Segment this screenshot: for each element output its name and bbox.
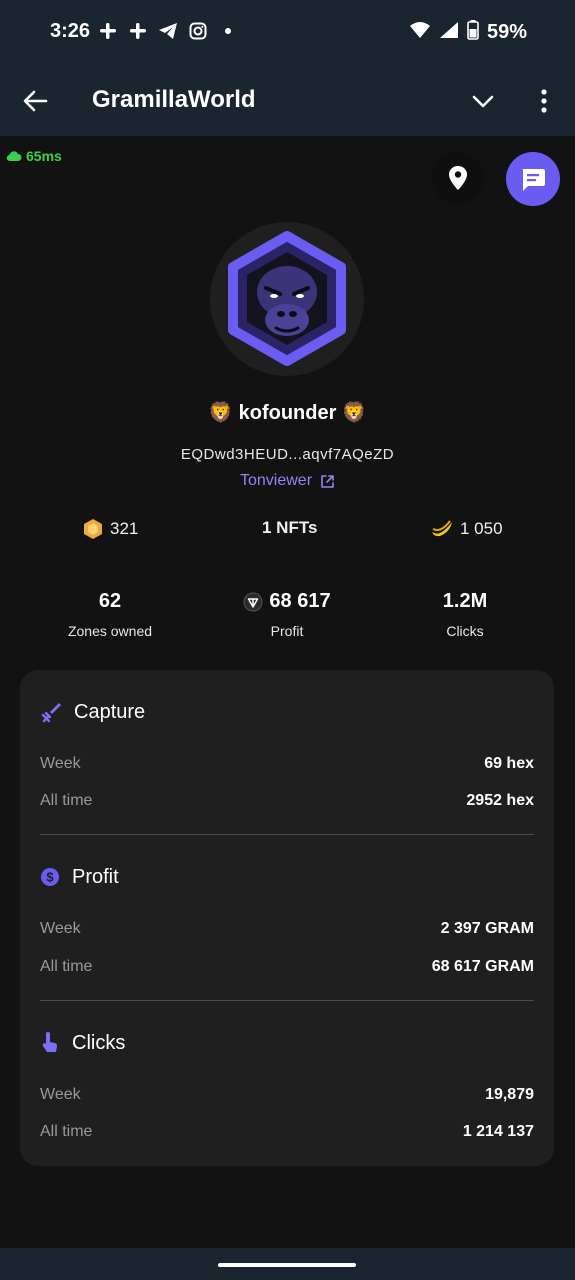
external-link-icon	[321, 474, 334, 488]
ton-icon	[243, 592, 263, 611]
wifi-icon	[409, 21, 431, 44]
ping-value: 65ms	[26, 148, 62, 164]
sword-icon	[41, 703, 61, 723]
coin-icon	[84, 519, 102, 539]
stat-profit: 68 617 Profit	[197, 590, 377, 639]
zones-label: Zones owned	[67, 623, 153, 639]
profit-value-wrap: 68 617	[197, 590, 377, 613]
clicks-value: 1.2M	[442, 590, 488, 612]
status-time: 3:26	[50, 20, 91, 42]
clicks-week-label: Week	[40, 1086, 81, 1103]
chat-button[interactable]	[506, 152, 560, 206]
capture-all-row: All time 2952 hex	[40, 792, 534, 810]
back-button[interactable]	[20, 86, 50, 116]
notification-icons	[98, 20, 238, 42]
capture-title: Capture	[74, 700, 146, 723]
clicks-header: Clicks	[40, 1030, 534, 1056]
battery-icon	[467, 20, 479, 45]
profit-header: $ Profit	[40, 864, 534, 890]
instagram-icon	[188, 20, 208, 42]
wallet-address[interactable]: EQDwd3HEUD...aqvf7AQeZD	[0, 446, 575, 463]
profit-value: 68 617	[269, 590, 331, 612]
app-bar: GramillaWorld	[0, 64, 575, 136]
clicks-all-label: All time	[40, 1123, 93, 1140]
arrow-left-icon	[23, 90, 48, 112]
profit-week-label: Week	[40, 920, 81, 937]
capture-all-value: 2952 hex	[466, 792, 534, 809]
chevron-down-icon	[472, 95, 494, 108]
ping-indicator: 65ms	[6, 148, 62, 164]
status-bar: 3:26 59%	[0, 0, 575, 64]
capture-week-row: Week 69 hex	[40, 755, 534, 773]
profit-all-value: 68 617 GRAM	[431, 958, 534, 975]
clicks-label: Clicks	[446, 623, 484, 639]
location-pin-icon	[449, 166, 467, 190]
avatar	[210, 222, 364, 376]
more-options-button[interactable]	[532, 86, 556, 116]
profit-title: Profit	[72, 865, 119, 888]
battery-percent: 59%	[486, 21, 527, 43]
chat-icon	[522, 169, 545, 191]
clicks-week-value: 19,879	[485, 1086, 534, 1103]
stat-zones: 62 Zones owned	[20, 590, 200, 639]
telegram-icon	[158, 20, 178, 42]
gorilla-logo-icon	[228, 231, 346, 366]
dollar-coin-icon: $	[41, 868, 59, 886]
dot-icon	[218, 20, 238, 42]
pointer-hand-icon	[42, 1032, 58, 1052]
profit-all-label: All time	[40, 958, 93, 975]
clicks-week-row: Week 19,879	[40, 1086, 534, 1104]
zones-value: 62	[98, 590, 122, 612]
slack-icon	[128, 20, 148, 42]
tonviewer-link[interactable]: Tonviewer	[0, 472, 575, 490]
profit-section: $ Profit	[40, 864, 534, 890]
signal-icon	[439, 21, 459, 44]
profit-all-row: All time 68 617 GRAM	[40, 958, 534, 976]
stats-card: Capture Week 69 hex All time 2952 hex $ …	[20, 670, 554, 1166]
nft-count-label: 1 NFTs	[262, 518, 318, 537]
banana-icon	[432, 520, 452, 537]
dropdown-button[interactable]	[470, 88, 496, 114]
svg-text:$: $	[46, 870, 54, 885]
clicks-all-value: 1 214 137	[462, 1123, 534, 1140]
coin-count: 321	[110, 519, 139, 538]
profit-week-row: Week 2 397 GRAM	[40, 920, 534, 938]
token-row: 321 1 NFTs 1 050	[0, 518, 575, 546]
capture-header: Capture	[40, 699, 534, 725]
capture-week-label: Week	[40, 755, 81, 772]
banana-balance: 1 050	[430, 518, 503, 540]
capture-week-value: 69 hex	[484, 755, 534, 772]
clicks-all-row: All time 1 214 137	[40, 1123, 534, 1141]
home-indicator[interactable]	[218, 1263, 356, 1267]
clicks-title: Clicks	[72, 1031, 126, 1054]
page-title: GramillaWorld	[92, 86, 256, 113]
cloud-icon	[6, 151, 22, 162]
system-icons: 59%	[409, 20, 527, 45]
more-vertical-icon	[541, 89, 547, 113]
capture-all-label: All time	[40, 792, 93, 809]
clicks-section: Clicks	[40, 1030, 534, 1056]
tonviewer-label: Tonviewer	[239, 472, 313, 489]
system-nav-bar	[0, 1248, 575, 1280]
coin-balance: 321	[82, 518, 138, 540]
location-button[interactable]	[432, 152, 484, 204]
slack-icon	[98, 20, 118, 42]
stat-clicks: 1.2M Clicks	[375, 590, 555, 639]
divider	[40, 1000, 534, 1001]
divider	[40, 834, 534, 835]
username: 🦁 kofounder 🦁	[208, 402, 367, 424]
stats-row: 62 Zones owned 68 617 Profit 1.2M Clicks	[0, 590, 575, 650]
banana-count: 1 050	[460, 519, 503, 538]
capture-section: Capture	[40, 699, 534, 725]
profit-week-value: 2 397 GRAM	[440, 920, 534, 937]
profit-label: Profit	[270, 623, 304, 639]
nft-count: 1 NFTs	[262, 518, 317, 538]
